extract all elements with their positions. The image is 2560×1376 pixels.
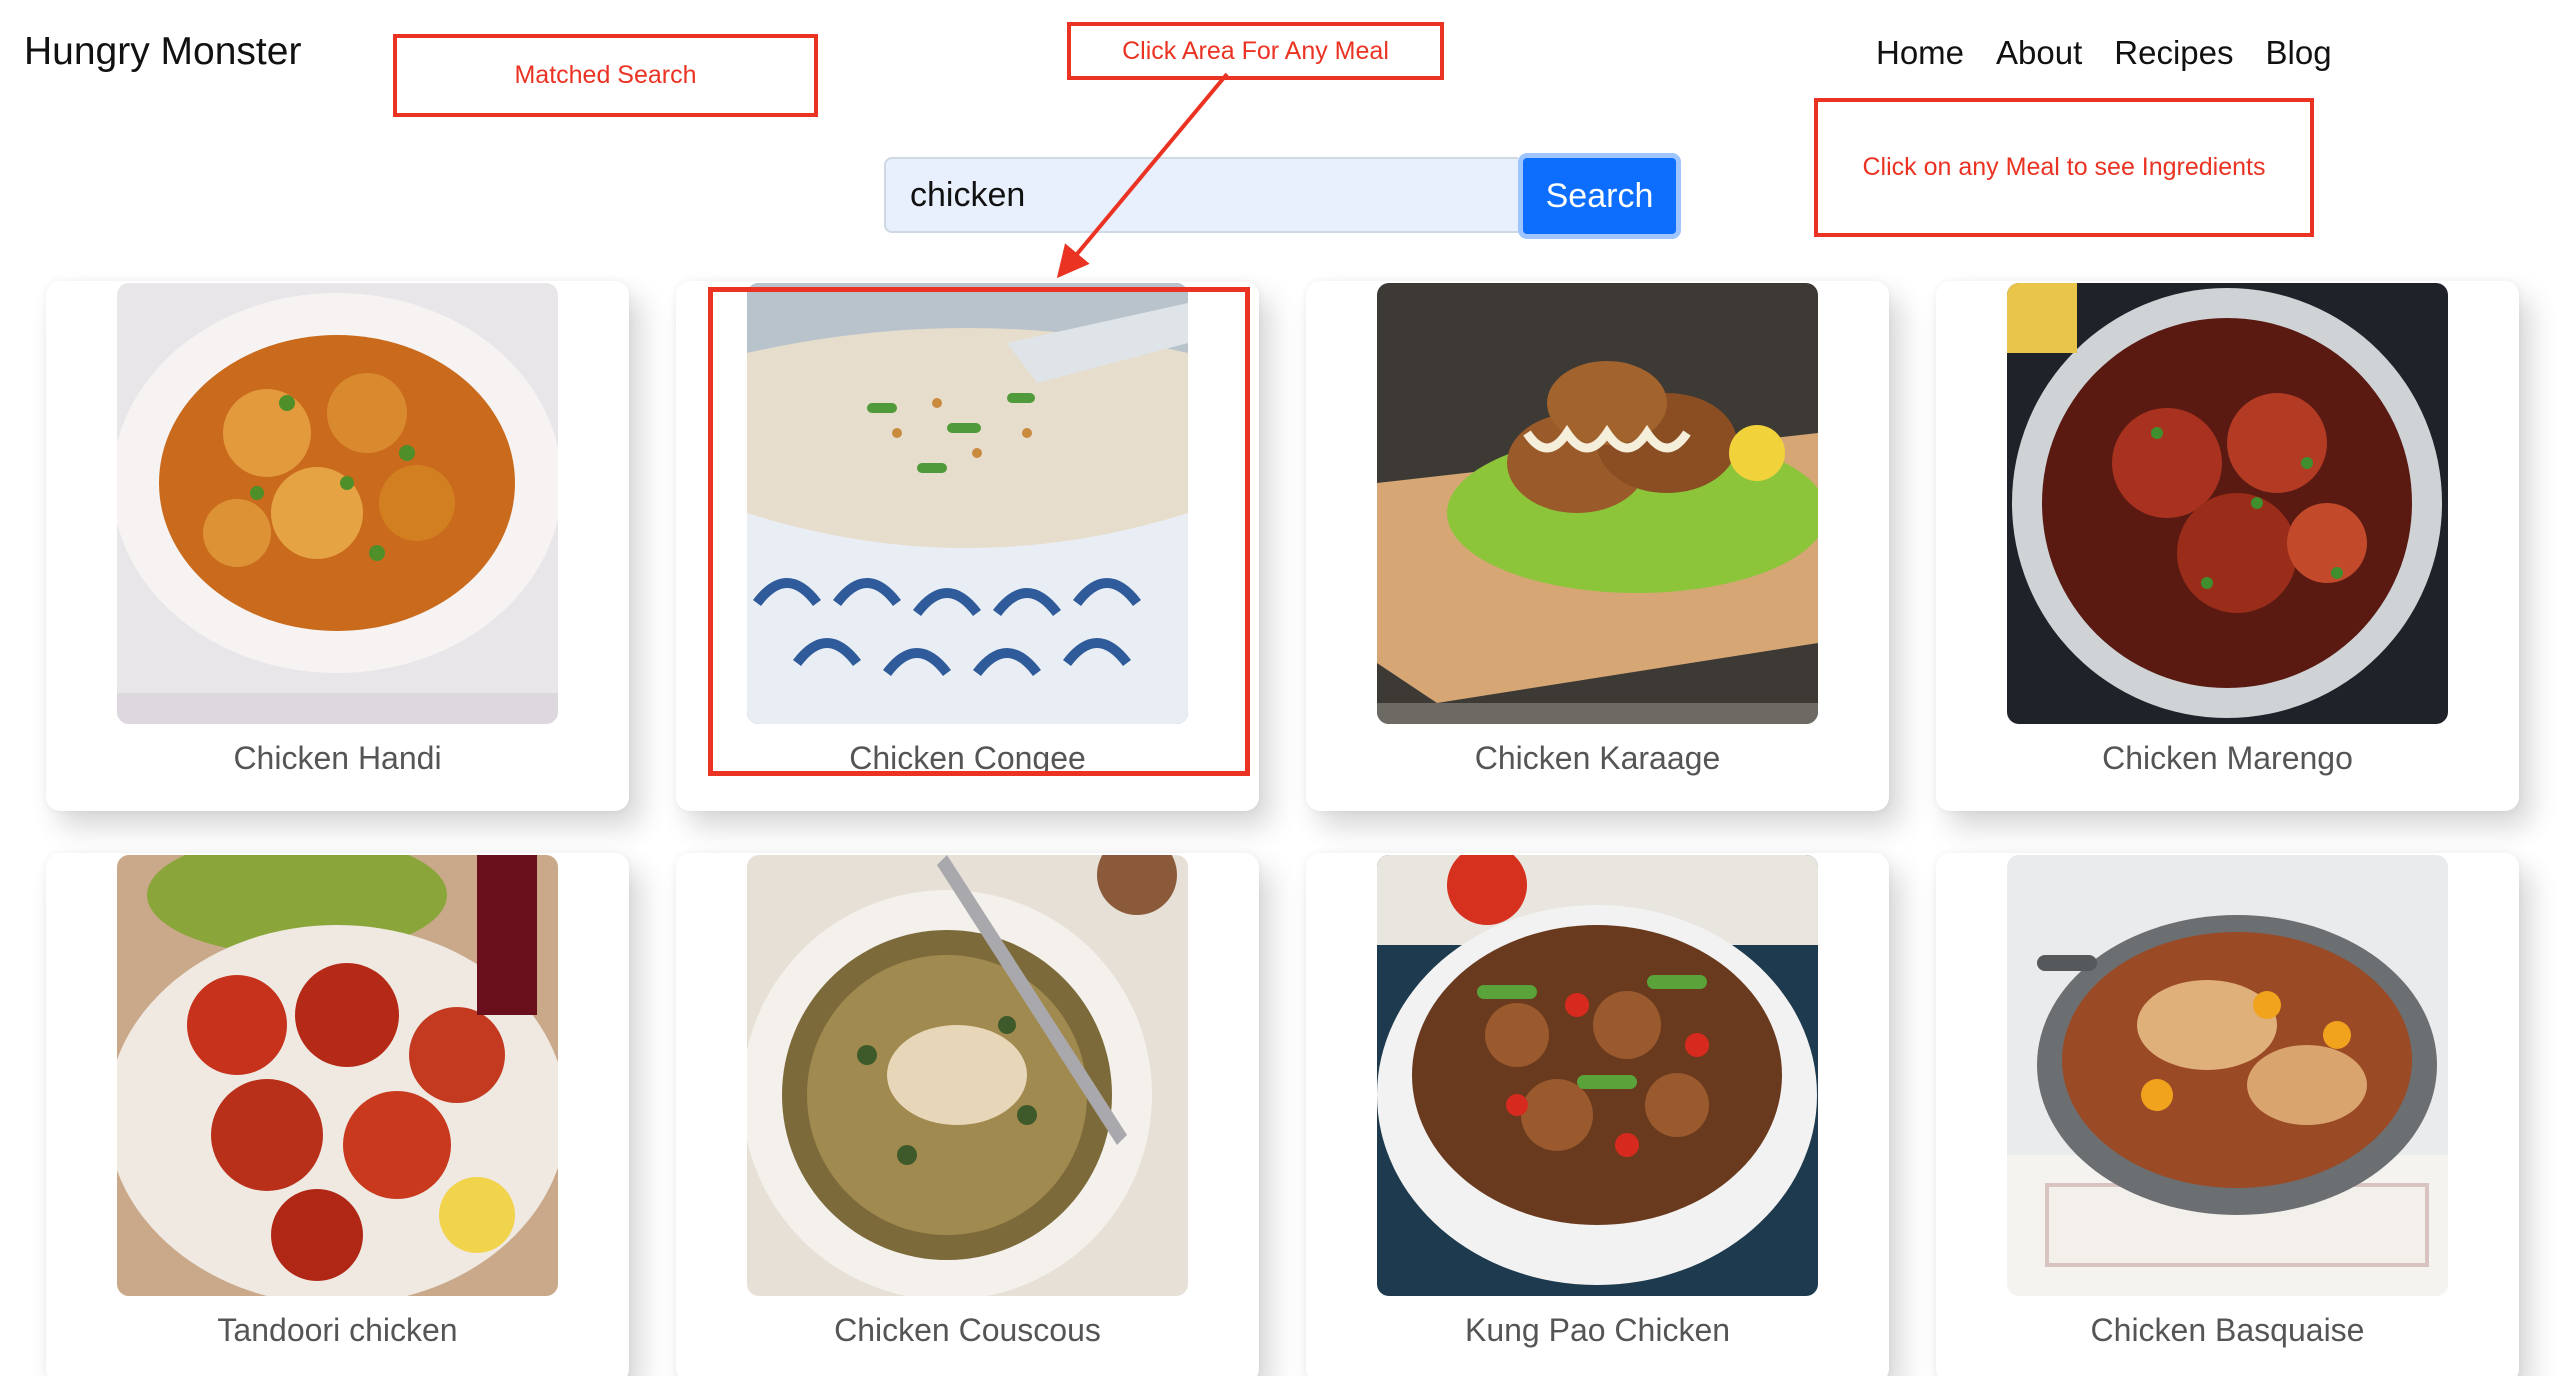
annotation-ingredients-label: Click on any Meal to see Ingredients <box>1862 153 2266 181</box>
main-nav: Home About Recipes Blog <box>1876 34 2332 72</box>
marengo-pot-photo <box>2007 283 2448 724</box>
meal-card[interactable]: Chicken Marengo <box>1936 281 2519 811</box>
nav-blog[interactable]: Blog <box>2266 34 2332 72</box>
meal-card[interactable]: Kung Pao Chicken <box>1306 853 1889 1376</box>
couscous-bowl-photo <box>747 855 1188 1296</box>
meal-card[interactable]: Chicken Karaage <box>1306 281 1889 811</box>
meal-name: Chicken Karaage <box>1474 740 1721 776</box>
annotation-matched-label: Matched Search <box>514 61 697 89</box>
nav-about[interactable]: About <box>1996 34 2082 72</box>
brand-logo[interactable]: Hungry Monster <box>24 30 301 74</box>
tandoori-plate-photo <box>117 855 558 1296</box>
nav-home[interactable]: Home <box>1876 34 1964 72</box>
basquaise-pan-photo <box>2007 855 2448 1296</box>
meal-name: Kung Pao Chicken <box>1464 1312 1731 1348</box>
meal-name: Chicken Basquaise <box>2090 1312 2365 1348</box>
meal-name: Chicken Couscous <box>834 1312 1101 1348</box>
annotation-click-area: Click Area For Any Meal <box>1067 22 1444 80</box>
annotation-matched-search: Matched Search <box>393 34 818 117</box>
meal-name: Chicken Marengo <box>2102 740 2353 776</box>
meal-card[interactable]: Chicken Basquaise <box>1936 853 2519 1376</box>
nav-recipes[interactable]: Recipes <box>2114 34 2233 72</box>
curry-bowl-photo <box>117 283 558 724</box>
meal-card[interactable]: Tandoori chicken <box>46 853 629 1376</box>
search-input[interactable] <box>884 157 1518 233</box>
meal-card[interactable]: Chicken Couscous <box>676 853 1259 1376</box>
meal-card[interactable]: Chicken Handi <box>46 281 629 811</box>
search-bar: Search <box>884 153 1681 239</box>
annotation-ingredients: Click on any Meal to see Ingredients <box>1814 98 2314 237</box>
annotation-highlight-box <box>708 287 1250 776</box>
meal-name: Tandoori chicken <box>217 1312 458 1348</box>
karaage-board-photo <box>1377 283 1818 724</box>
kung-pao-bowl-photo <box>1377 855 1818 1296</box>
meal-name: Chicken Handi <box>233 740 442 776</box>
search-button[interactable]: Search <box>1518 153 1681 239</box>
annotation-click-area-label: Click Area For Any Meal <box>1122 36 1389 65</box>
meal-grid: Chicken Handi Chicken Congee Chicken Kar… <box>46 281 2519 1376</box>
